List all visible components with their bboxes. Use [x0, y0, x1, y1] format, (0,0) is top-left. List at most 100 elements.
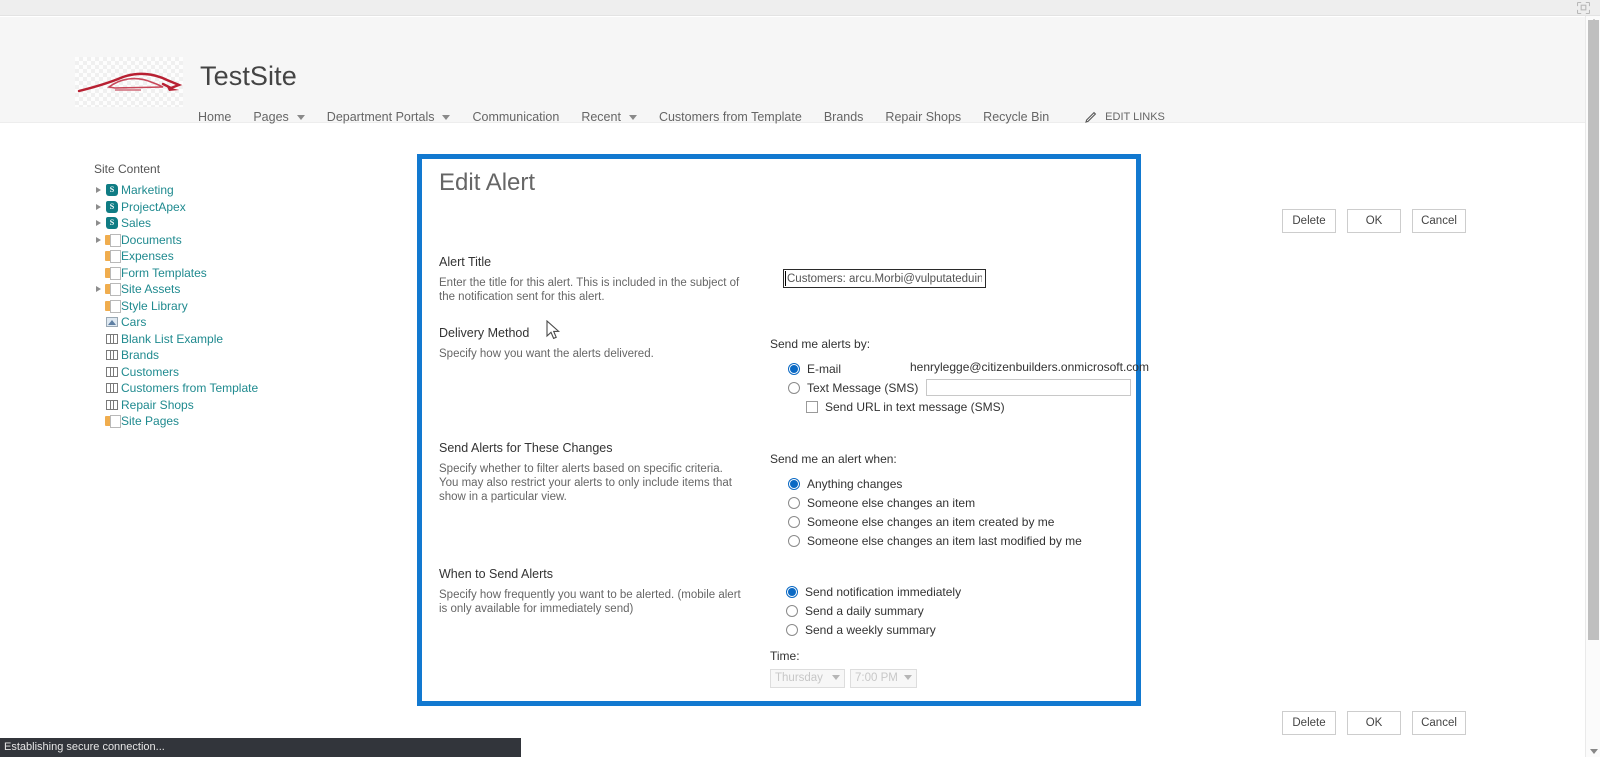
delete-button[interactable]: Delete	[1282, 711, 1336, 735]
nav-item-department-portals[interactable]: Department Portals	[327, 110, 451, 124]
cancel-button[interactable]: Cancel	[1412, 711, 1466, 735]
site-content-heading: Site Content	[94, 162, 161, 176]
tree-item-style-library[interactable]: Style Library	[92, 298, 362, 315]
tree-item-icon: S	[105, 216, 120, 230]
expand-toggle-icon[interactable]	[92, 286, 105, 293]
tree-item-repair-shops[interactable]: Repair Shops	[92, 397, 362, 414]
option-label: Send notification immediately	[805, 584, 962, 599]
tree-item-form-templates[interactable]: Form Templates	[92, 265, 362, 282]
option-label: Someone else changes an item created by …	[807, 514, 1055, 529]
day-select[interactable]: Thursday	[770, 668, 845, 688]
option-send-daily-summary[interactable]: Send a daily summary	[786, 601, 961, 620]
chevron-down-icon[interactable]	[442, 114, 451, 120]
hour-select[interactable]: 7:00 PM	[850, 668, 917, 688]
tree-item-cars[interactable]: Cars	[92, 314, 362, 331]
option-someone-changes-item[interactable]: Someone else changes an item	[788, 493, 1082, 512]
document-library-icon	[105, 266, 121, 280]
tree-item-documents[interactable]: Documents	[92, 232, 362, 249]
section-send-alerts-changes: Send Alerts for These Changes Specify wh…	[439, 441, 744, 504]
expand-toggle-icon[interactable]	[92, 187, 105, 194]
radio-send-immediately[interactable]	[786, 585, 798, 598]
page-title: Edit Alert	[439, 169, 536, 196]
tree-item-customers-from-template[interactable]: Customers from Template	[92, 380, 362, 397]
expand-toggle-icon[interactable]	[92, 236, 105, 243]
tree-item-customers[interactable]: Customers	[92, 364, 362, 381]
expand-toggle-icon[interactable]	[92, 203, 105, 210]
option-send-url-sms[interactable]: Send URL in text message (SMS)	[806, 397, 1131, 416]
sms-number-input[interactable]	[926, 379, 1132, 396]
tree-item-projectapex[interactable]: S ProjectApex	[92, 199, 362, 216]
tree-item-brands[interactable]: Brands	[92, 347, 362, 364]
nav-item-recent[interactable]: Recent	[581, 110, 637, 124]
ok-button[interactable]: OK	[1347, 209, 1401, 233]
tree-item-icon	[105, 282, 121, 297]
option-send-immediately[interactable]: Send notification immediately	[786, 582, 961, 601]
ok-button[interactable]: OK	[1347, 711, 1401, 735]
email-address-value: henrylegge@citizenbuilders.onmicrosoft.c…	[910, 360, 1149, 374]
vertical-scrollbar[interactable]	[1585, 16, 1600, 757]
tree-item-label: Style Library	[121, 298, 188, 313]
edit-links-label: EDIT LINKS	[1105, 111, 1165, 123]
tree-item-site-pages[interactable]: Site Pages	[92, 413, 362, 430]
car-logo-icon	[77, 72, 183, 93]
option-label: Someone else changes an item last modifi…	[807, 533, 1082, 548]
alert-title-input[interactable]	[783, 269, 986, 288]
nav-item-repair-shops[interactable]: Repair Shops	[885, 110, 961, 124]
status-bar: Establishing secure connection...	[0, 738, 521, 757]
tree-item-label: Blank List Example	[121, 331, 224, 346]
option-someone-changes-item-modified-by-me[interactable]: Someone else changes an item last modifi…	[788, 531, 1082, 550]
option-send-weekly-summary[interactable]: Send a weekly summary	[786, 620, 961, 639]
edit-links-button[interactable]: EDIT LINKS	[1085, 111, 1165, 123]
radio-someone-changes-item[interactable]	[788, 496, 800, 509]
cancel-button[interactable]: Cancel	[1412, 209, 1466, 233]
expand-toggle-icon[interactable]	[92, 220, 105, 227]
tree-item-expenses[interactable]: Expenses	[92, 248, 362, 265]
fullscreen-icon[interactable]	[1577, 2, 1590, 14]
edit-alert-dialog: Edit Alert Alert Title Enter the title f…	[417, 154, 1149, 706]
nav-label: Pages	[253, 110, 289, 124]
nav-item-recycle-bin[interactable]: Recycle Bin	[983, 110, 1049, 124]
section-description: Specify how frequently you want to be al…	[439, 589, 741, 615]
radio-email[interactable]	[788, 362, 800, 375]
checkbox-send-url-sms[interactable]	[806, 400, 818, 413]
option-email[interactable]: E-mail henrylegge@citizenbuilders.onmicr…	[788, 359, 1149, 378]
scrollbar-thumb[interactable]	[1588, 20, 1599, 640]
when-to-send-controls: Send notification immediately Send a dai…	[770, 582, 961, 688]
radio-send-daily-summary[interactable]	[786, 604, 798, 617]
tree-item-label: Expenses	[121, 249, 174, 264]
tree-item-blank-list-example[interactable]: Blank List Example	[92, 331, 362, 348]
tree-item-marketing[interactable]: S Marketing	[92, 182, 362, 199]
section-description: Enter the title for this alert. This is …	[439, 277, 740, 303]
site-logo[interactable]	[75, 57, 183, 107]
nav-item-customers-from-template[interactable]: Customers from Template	[659, 110, 802, 124]
chevron-down-icon[interactable]	[296, 114, 305, 120]
sharepoint-site-icon: S	[106, 217, 118, 230]
tree-item-label: Site Pages	[121, 414, 180, 429]
nav-label: Repair Shops	[885, 110, 962, 124]
option-text-message[interactable]: Text Message (SMS)	[788, 378, 1132, 397]
nav-item-brands[interactable]: Brands	[824, 110, 864, 124]
radio-send-weekly-summary[interactable]	[786, 623, 798, 636]
tree-item-sales[interactable]: S Sales	[92, 215, 362, 232]
scroll-down-arrow-icon[interactable]	[1590, 749, 1598, 754]
option-someone-changes-item-created-by-me[interactable]: Someone else changes an item created by …	[788, 512, 1082, 531]
tree-item-icon	[105, 315, 120, 329]
radio-anything-changes[interactable]	[788, 477, 800, 490]
option-anything-changes[interactable]: Anything changes	[788, 474, 1082, 493]
action-buttons-top: Delete OK Cancel	[1282, 209, 1466, 233]
text-caret	[785, 271, 786, 286]
tree-item-icon	[105, 233, 121, 247]
chevron-down-icon[interactable]	[628, 114, 637, 120]
nav-item-home[interactable]: Home	[198, 110, 231, 124]
document-library-icon	[105, 233, 121, 247]
tree-item-site-assets[interactable]: Site Assets	[92, 281, 362, 298]
delete-button[interactable]: Delete	[1282, 209, 1336, 233]
nav-item-pages[interactable]: Pages	[253, 110, 305, 124]
radio-someone-changes-item-created-by-me[interactable]	[788, 515, 800, 528]
tree-item-label: Marketing	[121, 183, 174, 198]
tree-item-label: Repair Shops	[121, 397, 194, 412]
tree-item-label: Brands	[121, 348, 160, 363]
nav-item-communication[interactable]: Communication	[472, 110, 559, 124]
radio-someone-changes-item-modified-by-me[interactable]	[788, 534, 800, 547]
radio-sms[interactable]	[788, 381, 800, 394]
